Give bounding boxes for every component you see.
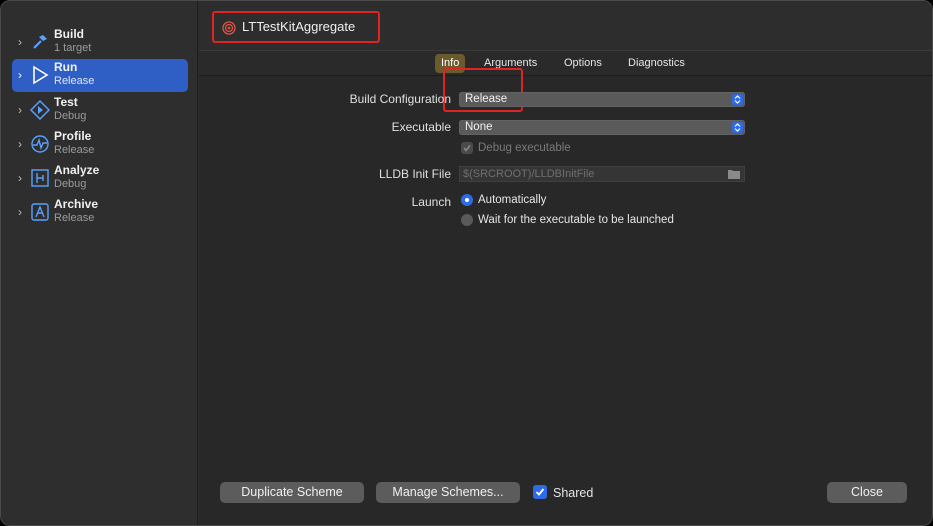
sidebar-item-profile[interactable]: › Profile Release — [12, 128, 188, 161]
sidebar-item-subtitle: 1 target — [54, 42, 92, 54]
chevron-right-icon[interactable]: › — [18, 35, 28, 49]
archive-icon — [30, 202, 50, 222]
build-configuration-popup[interactable]: Release — [459, 92, 745, 107]
executable-label: Executable — [391, 120, 451, 134]
play-icon — [30, 65, 50, 85]
chevron-right-icon[interactable]: › — [18, 205, 28, 219]
lldb-init-file-placeholder: $(SRCROOT)/LLDBInitFile — [463, 168, 595, 180]
scheme-detail-pane: LTTestKitAggregate Info Arguments Option… — [199, 1, 932, 525]
duplicate-scheme-button[interactable]: Duplicate Scheme — [220, 482, 364, 503]
chevron-up-down-icon — [732, 94, 743, 105]
sidebar-item-run[interactable]: › Run Release — [12, 59, 188, 92]
sidebar-item-title: Build — [54, 27, 84, 41]
scheme-editor-window: › Build 1 target › Run Release › Test De… — [0, 0, 933, 526]
sidebar-item-archive[interactable]: › Archive Release — [12, 196, 188, 229]
sidebar-item-subtitle: Debug — [54, 110, 87, 122]
build-configuration-value: Release — [465, 93, 508, 105]
chevron-right-icon[interactable]: › — [18, 137, 28, 151]
tab-diagnostics[interactable]: Diagnostics — [622, 54, 691, 73]
launch-option-label: Wait for the executable to be launched — [478, 214, 674, 227]
sidebar-item-build[interactable]: › Build 1 target — [12, 26, 188, 59]
lldb-init-file-label: LLDB Init File — [378, 167, 451, 181]
shared-checkbox[interactable]: Shared — [533, 485, 593, 500]
checkbox-checked-icon — [533, 485, 547, 499]
close-button[interactable]: Close — [827, 482, 907, 503]
scheme-name: LTTestKitAggregate — [242, 19, 356, 34]
sidebar-item-subtitle: Release — [54, 212, 95, 224]
launch-wait-radio[interactable]: Wait for the executable to be launched — [461, 214, 674, 226]
sidebar-item-subtitle: Debug — [54, 178, 87, 190]
debug-executable-checkbox[interactable]: Debug executable — [461, 142, 571, 154]
launch-option-label: Automatically — [478, 194, 547, 207]
sidebar-item-title: Archive — [54, 197, 99, 211]
target-icon — [222, 21, 236, 35]
checkbox-icon — [461, 142, 473, 154]
sidebar-item-title: Test — [54, 95, 78, 109]
analyze-icon — [30, 168, 50, 188]
sidebar-item-subtitle: Release — [54, 75, 95, 87]
diamond-play-icon — [29, 99, 51, 121]
manage-schemes-button[interactable]: Manage Schemes... — [376, 482, 520, 503]
sidebar-item-title: Profile — [54, 129, 92, 143]
lldb-init-file-field[interactable]: $(SRCROOT)/LLDBInitFile — [459, 166, 745, 182]
hammer-icon — [30, 32, 50, 52]
chevron-right-icon[interactable]: › — [18, 103, 28, 117]
executable-popup[interactable]: None — [459, 120, 745, 135]
waveform-icon — [30, 134, 50, 154]
footer-bar: Duplicate Scheme Manage Schemes... Share… — [199, 467, 932, 525]
sidebar-item-subtitle: Release — [54, 144, 95, 156]
scheme-header: LTTestKitAggregate — [199, 1, 932, 50]
tab-options[interactable]: Options — [558, 54, 608, 73]
sidebar-item-title: Analyze — [54, 163, 100, 177]
debug-executable-label: Debug executable — [478, 142, 571, 155]
tab-bar: Info Arguments Options Diagnostics — [199, 50, 932, 76]
launch-label: Launch — [411, 195, 451, 209]
build-configuration-label: Build Configuration — [349, 92, 451, 106]
launch-automatically-radio[interactable]: Automatically — [461, 194, 546, 206]
scheme-actions-sidebar: › Build 1 target › Run Release › Test De… — [1, 1, 198, 525]
chevron-right-icon[interactable]: › — [18, 171, 28, 185]
scheme-name-highlight[interactable]: LTTestKitAggregate — [212, 11, 380, 43]
executable-value: None — [465, 121, 493, 133]
radio-selected-icon — [461, 194, 473, 206]
sidebar-item-test[interactable]: › Test Debug — [12, 94, 188, 127]
shared-label: Shared — [553, 486, 594, 500]
folder-icon[interactable] — [728, 169, 740, 179]
radio-unselected-icon — [461, 214, 473, 226]
chevron-up-down-icon — [732, 122, 743, 133]
sidebar-item-title: Run — [54, 60, 78, 74]
chevron-right-icon[interactable]: › — [18, 68, 28, 82]
sidebar-item-analyze[interactable]: › Analyze Debug — [12, 162, 188, 195]
